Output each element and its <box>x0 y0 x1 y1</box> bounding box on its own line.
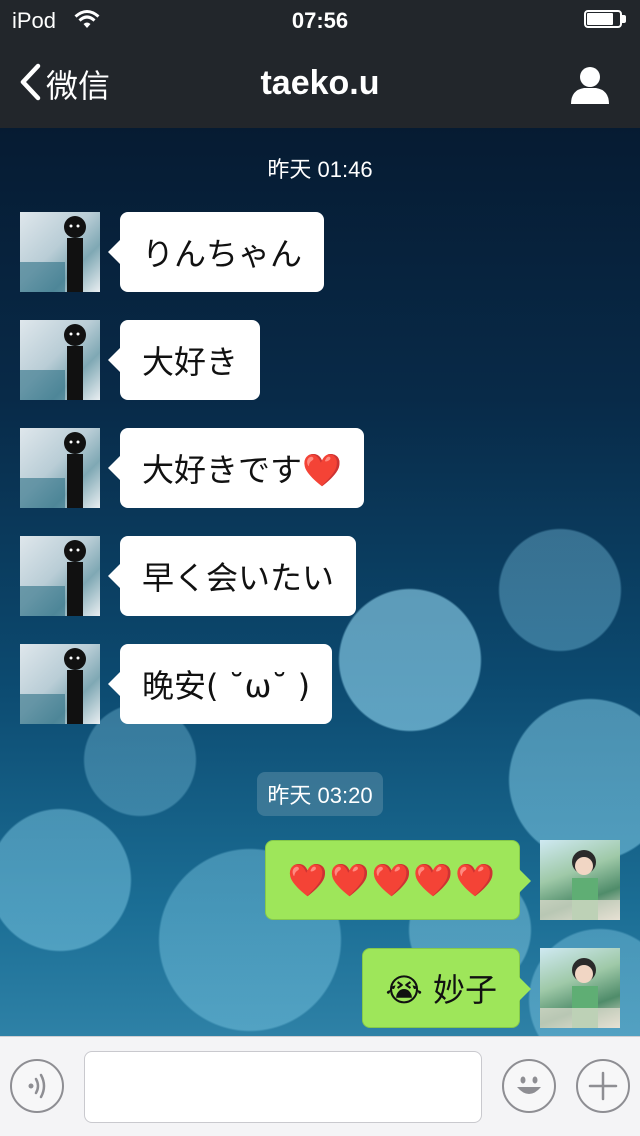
message-bubble[interactable]: ❤️❤️❤️❤️❤️ <box>264 840 532 920</box>
message-row: 早く会いたい <box>0 536 640 616</box>
message-bubble[interactable]: 大好きです❤️ <box>108 428 364 508</box>
profile-button[interactable] <box>568 64 612 108</box>
status-bar: iPod 07:56 <box>0 0 640 40</box>
back-chevron-icon <box>18 62 42 107</box>
message-bubble[interactable]: 早く会いたい <box>107 536 357 616</box>
message-bubble[interactable]: りんちゃん <box>107 212 325 292</box>
back-button[interactable]: 微信 <box>18 62 110 106</box>
avatar[interactable] <box>20 536 100 616</box>
back-label: 微信 <box>46 68 111 104</box>
emoji-icon <box>517 1076 541 1094</box>
message-row: 大好き <box>0 320 640 400</box>
message-row: 晚安( ˘ω˘ ) <box>0 644 640 724</box>
chat-screen: iPod 07:56 微信 taeko.u 昨天 01:46 りんちゃん 大好き… <box>0 0 640 1136</box>
avatar[interactable] <box>20 428 100 508</box>
battery-fill <box>587 13 613 25</box>
avatar[interactable] <box>540 948 620 1028</box>
voice-button[interactable] <box>10 1059 64 1113</box>
input-bar <box>0 1036 640 1136</box>
avatar[interactable] <box>20 644 100 724</box>
message-input[interactable] <box>84 1051 482 1123</box>
plus-button[interactable] <box>576 1059 630 1113</box>
message-bubble[interactable]: 😭 妙子 <box>362 948 531 1028</box>
timestamp: 昨天 01:46 <box>267 157 373 182</box>
voice-icon <box>28 1073 46 1099</box>
message-row: 大好きです❤️ <box>0 428 640 508</box>
avatar[interactable] <box>540 840 620 920</box>
battery-icon <box>584 10 628 30</box>
message-row: りんちゃん <box>0 212 640 292</box>
message-bubble[interactable]: 晚安( ˘ω˘ ) <box>107 644 333 724</box>
timestamp: 昨天 03:20 <box>0 772 640 816</box>
emoji-button[interactable] <box>502 1059 556 1113</box>
profile-icon <box>571 67 609 104</box>
status-time: 07:56 <box>291 8 349 33</box>
navigation-bar: 微信 taeko.u <box>0 40 640 128</box>
message-bubble[interactable]: 大好き <box>107 320 261 400</box>
message-row: ❤️❤️❤️❤️❤️ <box>0 840 640 920</box>
avatar[interactable] <box>20 320 100 400</box>
avatar[interactable] <box>20 212 100 292</box>
message-row: 😭 妙子 <box>0 948 640 1028</box>
plus-icon <box>588 1071 618 1101</box>
